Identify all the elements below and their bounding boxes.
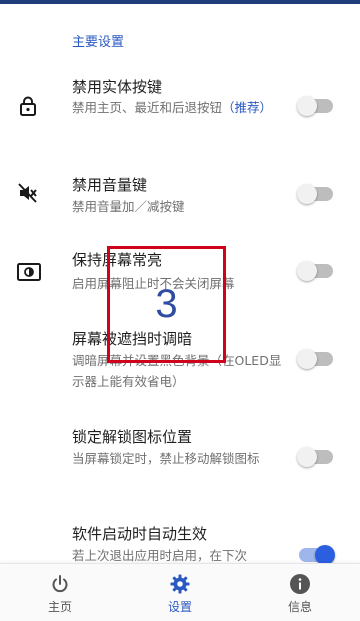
toggle-switch[interactable] <box>297 184 333 204</box>
setting-description: 禁用音量加／减按键 <box>72 199 185 214</box>
setting-title: 锁定解锁图标位置 <box>72 428 193 446</box>
setting-description: 当屏幕锁定时，禁止移动解锁图标 <box>72 451 260 466</box>
nav-item-home[interactable]: 主页 <box>0 564 120 621</box>
lock-icon <box>17 95 39 117</box>
setting-title: 禁用音量键 <box>72 176 148 194</box>
toggle-switch[interactable] <box>297 261 333 281</box>
nav-label: 设置 <box>167 600 192 614</box>
nav-label: 信息 <box>287 600 312 614</box>
recommended-tag: （推荐） <box>222 100 273 115</box>
setting-title: 禁用实体按键 <box>72 78 163 96</box>
bottom-navigation: 主页 设置 信息 <box>0 563 360 621</box>
top-status-strip <box>0 0 360 4</box>
annotation-box: 3 <box>107 246 226 363</box>
annotation-number: 3 <box>155 282 178 326</box>
toggle-switch[interactable] <box>299 545 335 565</box>
setting-title: 软件启动时自动生效 <box>72 525 208 543</box>
nav-label: 主页 <box>47 600 72 614</box>
gear-icon <box>170 574 190 594</box>
nav-item-info[interactable]: 信息 <box>240 564 360 621</box>
toggle-switch[interactable] <box>297 447 333 467</box>
nav-item-settings[interactable]: 设置 <box>120 564 240 621</box>
toggle-switch[interactable] <box>297 96 333 116</box>
power-icon <box>50 574 70 594</box>
section-title: 主要设置 <box>72 35 125 50</box>
brightness-icon <box>17 261 41 283</box>
info-icon <box>290 574 310 594</box>
setting-description: 禁用主页、最近和后退按钮（推荐） <box>72 100 273 115</box>
volume-off-icon <box>17 182 39 204</box>
toggle-switch[interactable] <box>297 349 333 369</box>
